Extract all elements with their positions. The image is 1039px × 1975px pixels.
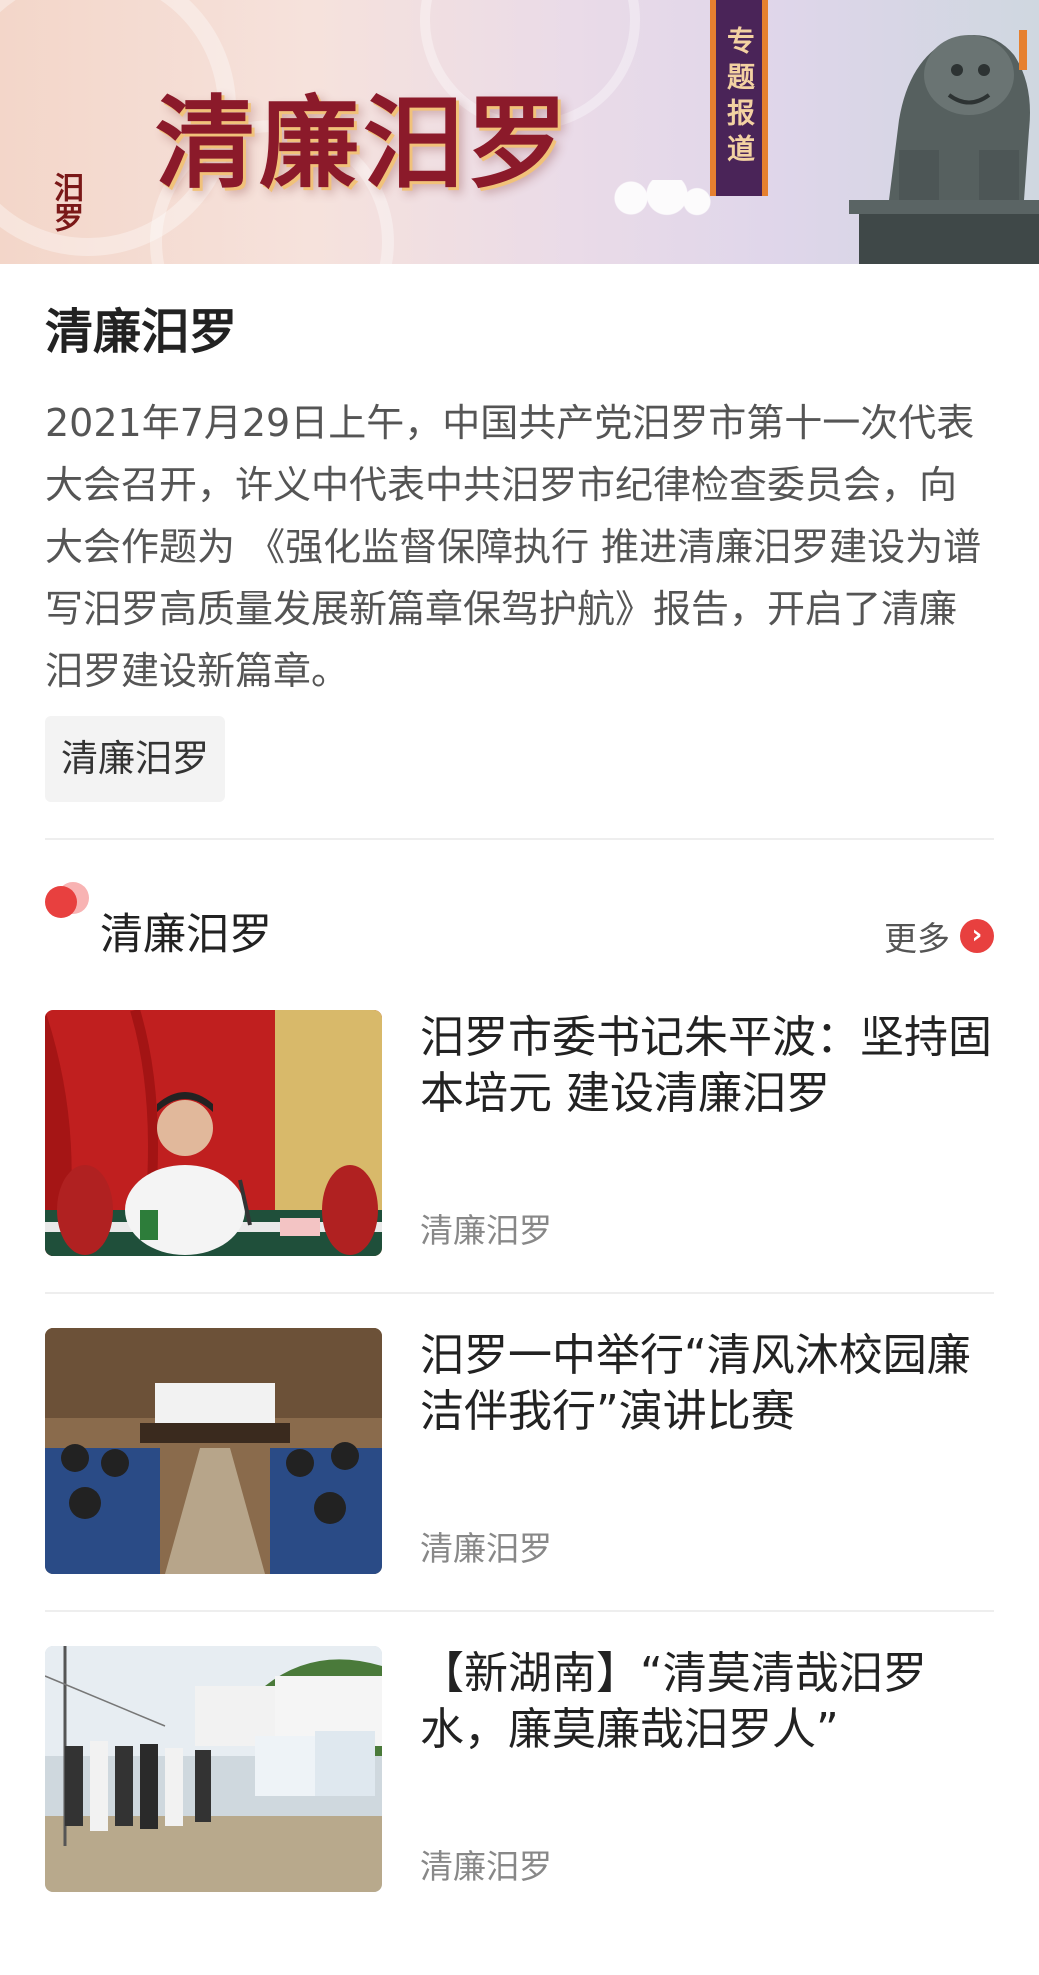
section-title: 清廉汨罗 bbox=[100, 910, 272, 960]
page-title: 清廉汨罗 bbox=[45, 304, 238, 360]
section-header: 清廉汨罗 更多 › bbox=[45, 840, 994, 1010]
section-dot-icon bbox=[45, 880, 95, 920]
news-source: 清廉汨罗 bbox=[420, 1211, 552, 1250]
intro-paragraph: 2021年7月29日上午，中国共产党汨罗市第十一次代表大会召开，许义中代表中共汨… bbox=[45, 401, 982, 693]
chevron-right-icon: › bbox=[960, 919, 994, 953]
more-label: 更多 bbox=[884, 919, 950, 958]
news-title: 【新湖南】“清莫清哉汨罗水，廉莫廉哉汨罗人” bbox=[420, 1648, 927, 1755]
news-thumbnail bbox=[45, 1328, 382, 1574]
stone-lion-image bbox=[849, 30, 1039, 264]
cloud-decoration bbox=[595, 180, 715, 216]
news-title: 汨罗市委书记朱平波：坚持固本培元 建设清廉汨罗 bbox=[420, 1012, 992, 1119]
more-button[interactable]: 更多 › bbox=[884, 912, 994, 960]
news-list-item[interactable]: 汨罗市委书记朱平波：坚持固本培元 建设清廉汨罗 清廉汨罗 bbox=[45, 1010, 994, 1294]
news-list-item[interactable]: 汨罗一中举行“清风沐校园廉洁伴我行”演讲比赛 清廉汨罗 bbox=[45, 1294, 994, 1612]
news-thumbnail bbox=[45, 1010, 382, 1256]
news-source: 清廉汨罗 bbox=[420, 1847, 552, 1886]
banner-logo: 汨罗 bbox=[48, 172, 83, 232]
banner-title: 清廉汨罗 bbox=[155, 84, 571, 202]
news-list-item[interactable]: 【新湖南】“清莫清哉汨罗水，廉莫廉哉汨罗人” 清廉汨罗 bbox=[45, 1612, 994, 1928]
banner-topic-tag: 专题报道 bbox=[710, 0, 768, 196]
news-source: 清廉汨罗 bbox=[420, 1529, 552, 1568]
news-thumbnail bbox=[45, 1646, 382, 1892]
news-title: 汨罗一中举行“清风沐校园廉洁伴我行”演讲比赛 bbox=[420, 1330, 971, 1437]
topic-banner: 汨罗 清廉汨罗 专题报道 bbox=[0, 0, 1039, 264]
topic-tag[interactable]: 清廉汨罗 bbox=[45, 716, 225, 802]
